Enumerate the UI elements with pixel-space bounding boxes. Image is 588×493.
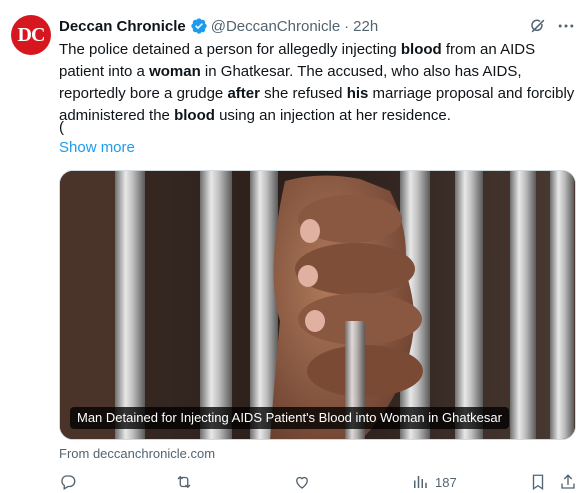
avatar[interactable]: DC (11, 15, 51, 55)
action-bar: 187 (59, 473, 579, 493)
show-more-link[interactable]: Show more (59, 138, 135, 158)
tweet-text-bold: blood (400, 41, 442, 58)
tweet-text-bold: woman (149, 63, 201, 80)
bookmark-icon (532, 474, 544, 491)
author-name[interactable]: Deccan Chronicle (59, 18, 186, 35)
avatar-logo-text: DC (17, 23, 46, 46)
tweet-header: Deccan Chronicle @DeccanChronicle · 22h (59, 14, 576, 38)
post-time[interactable]: 22h (353, 18, 378, 35)
tweet-text-bold: after (227, 85, 260, 102)
author-handle[interactable]: @DeccanChronicle (211, 18, 340, 35)
grok-icon[interactable] (528, 16, 548, 36)
link-card-image[interactable]: Man Detained for Injecting AIDS Patient'… (59, 170, 576, 440)
share-button[interactable] (559, 473, 577, 491)
reply-icon (61, 475, 76, 490)
retweet-button[interactable] (175, 473, 193, 491)
card-caption: Man Detained for Injecting AIDS Patient'… (70, 407, 509, 429)
views-count: 187 (435, 474, 457, 490)
tweet-text-bold: blood (174, 107, 215, 124)
card-source[interactable]: From deccanchronicle.com (59, 446, 215, 461)
verified-badge-icon (190, 17, 208, 35)
tweet-text-bold: his (346, 85, 369, 102)
tweet-trailing-char: ( (59, 119, 64, 136)
separator-dot: · (344, 17, 350, 35)
prison-bars-photo (60, 171, 575, 439)
like-icon (296, 476, 308, 489)
more-options-icon[interactable] (556, 16, 576, 36)
retweet-icon (177, 475, 191, 489)
reply-button[interactable] (59, 473, 77, 491)
tweet-text-segment: using an injection at her residence. (214, 107, 451, 124)
share-icon (561, 474, 575, 489)
views-icon (414, 476, 427, 488)
like-button[interactable] (293, 473, 311, 491)
tweet-text-segment: The police detained a person for alleged… (59, 41, 401, 58)
tweet-text-segment: she refused (259, 85, 347, 102)
views-button[interactable]: 187 (411, 473, 457, 491)
tweet-text: The police detained a person for alleged… (59, 39, 579, 127)
bookmark-button[interactable] (529, 473, 547, 491)
